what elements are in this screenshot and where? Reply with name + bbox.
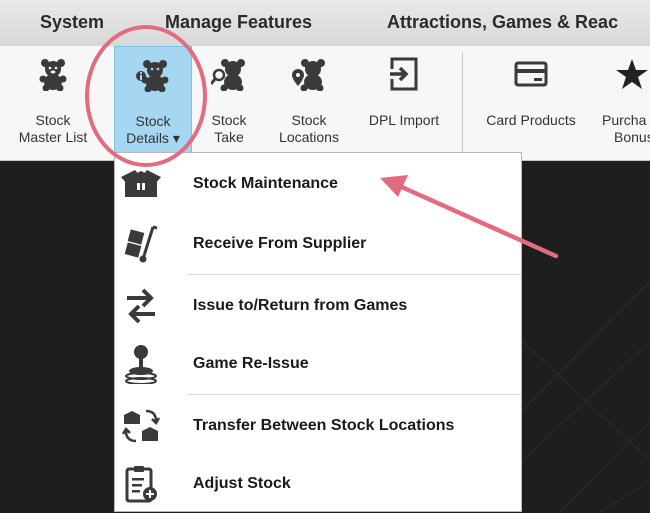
purchase-bonus-label-1: Purcha: [602, 112, 647, 128]
teddy-bear-location-icon: [291, 56, 327, 92]
menu-item-issue-return-games[interactable]: Issue to/Return from Games: [115, 277, 521, 335]
teddy-bear-search-icon: [211, 56, 247, 92]
menu-item-label: Issue to/Return from Games: [193, 297, 408, 314]
stock-master-list-label-1: Stock: [35, 112, 71, 128]
dpl-import-label: DPL Import: [368, 112, 440, 128]
teddy-bear-info-icon: [135, 57, 171, 93]
menu-separator: [187, 394, 521, 395]
stock-take-label-2: Take: [214, 129, 244, 145]
stock-details-label-1: Stock: [135, 113, 171, 129]
transfer-boxes-icon: [121, 406, 161, 446]
menu-item-transfer-stock-locations[interactable]: Transfer Between Stock Locations: [115, 397, 521, 455]
joystick-icon: [121, 344, 161, 384]
stock-master-list-label-2: Master List: [18, 129, 88, 145]
menu-tab-system[interactable]: System: [40, 12, 104, 33]
teddy-bear-icon: [35, 56, 71, 92]
stock-master-list-button[interactable]: Stock Master List: [14, 46, 92, 158]
dpl-import-button[interactable]: DPL Import: [356, 46, 452, 158]
menu-tab-manage-features[interactable]: Manage Features: [165, 12, 312, 33]
stock-details-dropdown: Stock Maintenance Receive From Supplier …: [114, 152, 522, 512]
menu-bar: System Manage Features Attractions, Game…: [0, 0, 650, 46]
box-icon: [121, 164, 161, 204]
stock-locations-label-1: Stock: [291, 112, 327, 128]
menu-item-label: Transfer Between Stock Locations: [193, 417, 455, 434]
stock-details-button[interactable]: Stock Details ▾: [114, 46, 192, 158]
purchase-bonus-label-2: Bonus: [614, 129, 650, 145]
menu-item-stock-maintenance[interactable]: Stock Maintenance: [115, 155, 521, 213]
stock-details-label-2: Details ▾: [126, 130, 180, 146]
purchase-bonus-button[interactable]: Purcha Bonus: [596, 46, 650, 158]
menu-separator: [187, 274, 521, 275]
stock-locations-button[interactable]: Stock Locations: [270, 46, 348, 158]
swap-arrows-icon: [121, 286, 161, 326]
menu-item-label: Stock Maintenance: [193, 175, 338, 192]
menu-item-game-re-issue[interactable]: Game Re-Issue: [115, 335, 521, 393]
menu-tab-attractions-games[interactable]: Attractions, Games & Reac: [387, 12, 618, 33]
ribbon-toolbar: Stock Master List Stock Details ▾ Stock …: [0, 46, 650, 161]
card-products-label: Card Products: [486, 112, 576, 128]
import-icon: [386, 56, 422, 92]
card-icon: [513, 56, 549, 92]
stock-take-button[interactable]: Stock Take: [196, 46, 262, 158]
hand-truck-icon: [121, 224, 161, 264]
card-products-button[interactable]: Card Products: [474, 46, 588, 158]
menu-item-label: Receive From Supplier: [193, 235, 367, 252]
clipboard-adjust-icon: [121, 464, 161, 504]
ribbon-separator: [462, 52, 463, 152]
stock-take-label-1: Stock: [211, 112, 247, 128]
star-icon: [614, 56, 650, 92]
menu-item-label: Adjust Stock: [193, 475, 291, 492]
menu-item-adjust-stock[interactable]: Adjust Stock: [115, 455, 521, 513]
menu-item-receive-from-supplier[interactable]: Receive From Supplier: [115, 215, 521, 273]
menu-item-label: Game Re-Issue: [193, 355, 309, 372]
stock-locations-label-2: Locations: [279, 129, 339, 145]
